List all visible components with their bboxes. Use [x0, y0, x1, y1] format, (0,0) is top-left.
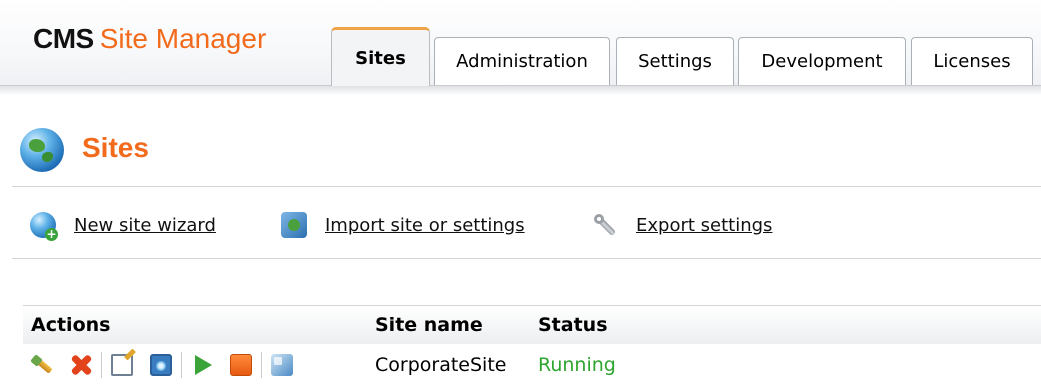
action-label: New site wizard [74, 214, 216, 236]
column-header-site-name[interactable]: Site name [375, 314, 483, 336]
logo-brand-title: Site Manager [99, 23, 267, 54]
tab-label: Sites [355, 47, 406, 69]
action-label: Import site or settings [325, 214, 525, 236]
tab-administration[interactable]: Administration [434, 37, 610, 85]
tab-settings[interactable]: Settings [616, 37, 734, 85]
globe-icon [20, 128, 64, 172]
wrench-icon [592, 212, 618, 238]
column-header-actions: Actions [31, 314, 111, 336]
action-separator [261, 352, 262, 378]
import-site-link[interactable]: Import site or settings [281, 210, 525, 240]
tab-label: Licenses [933, 51, 1011, 72]
tab-development[interactable]: Development [738, 37, 906, 85]
row-actions [31, 352, 310, 378]
tab-sites[interactable]: Sites [331, 27, 430, 86]
export-icon[interactable] [271, 354, 293, 376]
globe-add-icon [30, 212, 58, 241]
table-row: CorporateSite Running [23, 344, 1041, 384]
export-settings-link[interactable]: Export settings [592, 210, 772, 240]
divider [12, 258, 1041, 259]
new-site-wizard-link[interactable]: New site wizard [30, 210, 216, 241]
preview-icon[interactable] [150, 354, 172, 376]
edit-icon[interactable] [31, 354, 53, 376]
grid-header: Actions Site name Status [23, 305, 1041, 345]
tab-label: Development [761, 51, 883, 72]
logo-brand-bold: CMS [33, 23, 94, 54]
site-manager-header: CMS Site Manager Sites Administration Set… [0, 0, 1041, 86]
delete-icon[interactable] [70, 354, 92, 376]
sites-grid: Actions Site name Status CorporateSite R… [23, 305, 1041, 392]
status-cell: Running [538, 354, 616, 376]
action-separator [181, 352, 182, 378]
start-icon[interactable] [191, 354, 213, 376]
action-separator [101, 352, 102, 378]
tab-label: Settings [638, 51, 712, 72]
tab-label: Administration [456, 51, 588, 72]
app-logo: CMS Site Manager [33, 22, 266, 56]
import-icon [281, 212, 307, 238]
stop-icon[interactable] [230, 354, 252, 376]
tabs-shadow [0, 86, 1041, 95]
divider [12, 186, 1041, 187]
page-title: Sites [82, 132, 149, 163]
tab-licenses[interactable]: Licenses [911, 37, 1033, 85]
action-label: Export settings [636, 214, 773, 236]
edit-document-icon[interactable] [111, 354, 133, 376]
site-name-cell: CorporateSite [375, 354, 507, 376]
column-header-status[interactable]: Status [538, 314, 608, 336]
